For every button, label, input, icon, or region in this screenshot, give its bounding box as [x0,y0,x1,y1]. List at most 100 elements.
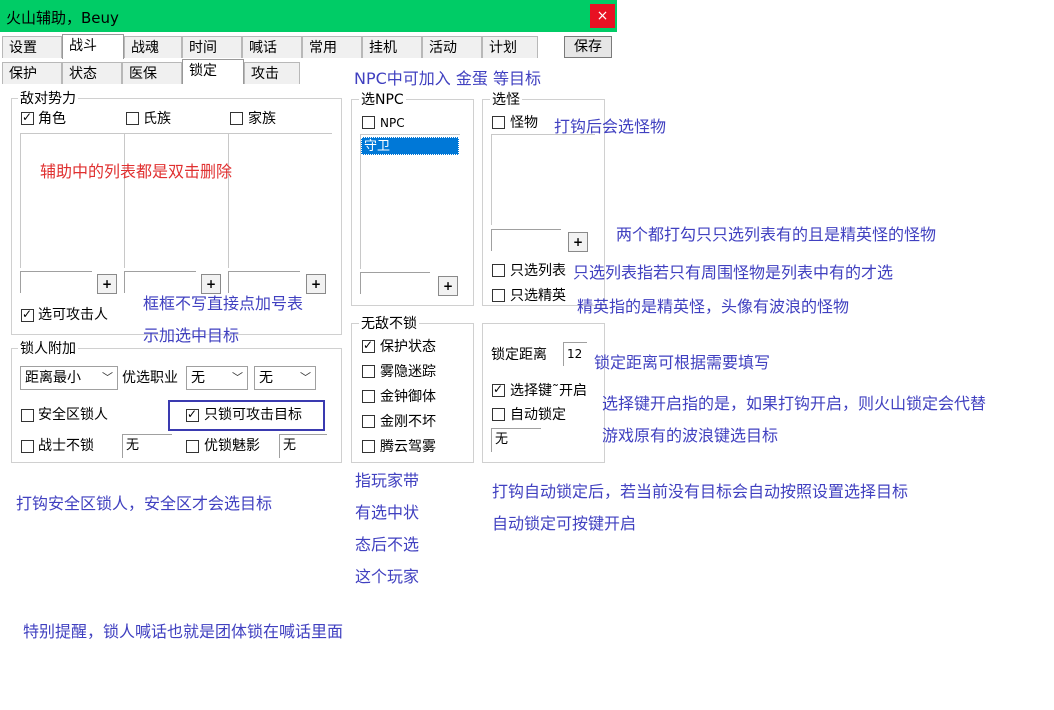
invincible-label-golden-bell: 金钟御体 [380,389,436,405]
tab-activity[interactable]: 活动 [422,36,482,58]
npc-group-title: 选NPC [359,92,406,108]
only-list-checkbox[interactable] [492,264,505,277]
warrior-input[interactable]: 无 [122,434,172,458]
clan-list[interactable] [124,133,228,268]
prefer-job-label: 优选职业 [122,370,178,386]
tab-lock[interactable]: 锁定 [182,59,244,84]
monster-label: 怪物 [510,115,538,131]
monster-input[interactable] [491,229,561,251]
tab-medical[interactable]: 医保 [122,62,182,84]
only-attackable-checkbox[interactable] [186,407,199,422]
close-button[interactable]: × [590,4,615,28]
annotation-reminder: 特别提醒，锁人喊话也就是团体锁在喊话里面 [23,622,344,641]
npc-label: NPC [380,116,405,130]
distance-select-value: 距离最小 [25,370,81,386]
only-list-label: 只选列表 [510,263,566,279]
monster-checkbox[interactable] [492,116,505,129]
annotation-empty-plus-2: 示加选中目标 [143,326,240,345]
npc-add-button[interactable]: + [438,276,458,296]
auto-lock-label: 自动锁定 [510,407,566,423]
title-bar[interactable]: 火山辅助，Beuy × [0,0,617,32]
only-attackable-label: 只锁可攻击目标 [204,407,302,423]
invincible-checkbox-golden-bell[interactable] [362,390,375,403]
invincible-label-cloud: 腾云驾雾 [380,439,436,455]
chevron-down-icon: ﹀ [232,371,243,384]
family-add-button[interactable]: + [306,274,326,294]
invincible-title: 无敌不锁 [359,316,419,332]
tab-shout[interactable]: 喊话 [242,36,302,58]
safe-zone-checkbox[interactable] [21,409,34,422]
tab-time[interactable]: 时间 [182,36,242,58]
npc-input[interactable] [360,272,430,294]
npc-list-item[interactable]: 守卫 [361,137,459,155]
only-elite-checkbox[interactable] [492,289,505,302]
tab-status[interactable]: 状态 [62,62,122,84]
invincible-checkbox-protect[interactable] [362,338,375,353]
lock-distance-label: 锁定距离 [491,347,547,363]
annotation-double-click: 辅助中的列表都是双击删除 [40,162,233,181]
role-add-button[interactable]: + [97,274,117,294]
family-list[interactable] [228,133,332,268]
annotation-player-1: 指玩家带 [355,471,420,490]
annotation-safe-zone: 打钩安全区锁人，安全区才会选目标 [16,494,273,513]
annotation-npc-gold: NPC中可加入 金蛋 等目标 [354,69,541,88]
annotation-elite: 精英指的是精英怪，头像有波浪的怪物 [577,297,850,316]
role-list[interactable] [20,133,124,268]
monster-list[interactable] [491,134,595,225]
auto-lock-input[interactable]: 无 [491,428,541,452]
invincible-checkbox-vajra[interactable] [362,415,375,428]
tab-plan[interactable]: 计划 [482,36,538,58]
annotation-select-key-1: 选择键开启指的是，如果打钩开启，则火山锁定会代替 [602,394,987,413]
tab-attack[interactable]: 攻击 [244,62,300,84]
annotation-player-4: 这个玩家 [355,567,420,586]
annotation-auto-lock-2: 自动锁定可按键开启 [492,514,637,533]
annotation-empty-plus-1: 框框不写直接点加号表 [143,294,304,313]
attackable-checkbox[interactable] [21,307,34,322]
annotation-player-3: 态后不选 [355,535,420,554]
warrior-no-lock-label: 战士不锁 [38,438,94,454]
distance-select[interactable]: 距离最小 ﹀ [20,366,118,390]
invincible-label-vajra: 金刚不坏 [380,414,436,430]
annotation-both-checked: 两个都打勾只只选列表有的且是精英怪的怪物 [616,225,937,244]
warrior-no-lock-checkbox[interactable] [21,440,34,453]
select-key-label: 选择键˜开启 [510,383,587,399]
tab-war-soul[interactable]: 战魂 [124,36,182,58]
charm-input[interactable]: 无 [279,434,327,458]
window-title: 火山辅助，Beuy [6,9,119,27]
role-checkbox[interactable] [21,110,34,125]
monster-group-title: 选怪 [490,92,522,108]
job-select-1-value: 无 [191,370,205,386]
role-input[interactable] [20,271,92,293]
annotation-player-2: 有选中状 [355,503,420,522]
job-select-2-value: 无 [259,370,273,386]
tab-settings[interactable]: 设置 [2,36,62,58]
clan-checkbox[interactable] [126,112,139,125]
auto-lock-checkbox[interactable] [492,408,505,421]
annotation-only-list: 只选列表指若只有周围怪物是列表中有的才选 [573,263,894,282]
family-checkbox[interactable] [230,112,243,125]
clan-add-button[interactable]: + [201,274,221,294]
family-input[interactable] [228,271,300,293]
annotation-select-key-2: 游戏原有的波浪键选目标 [602,426,779,445]
tab-battle[interactable]: 战斗 [62,34,124,59]
invincible-checkbox-fog[interactable] [362,365,375,378]
invincible-label-protect: 保护状态 [380,339,436,355]
job-select-2[interactable]: 无 ﹀ [254,366,316,390]
select-key-checkbox[interactable] [492,382,505,397]
npc-checkbox[interactable] [362,116,375,129]
save-button[interactable]: 保存 [564,36,612,58]
tab-protect[interactable]: 保护 [2,62,62,84]
invincible-checkbox-cloud[interactable] [362,440,375,453]
monster-add-button[interactable]: + [568,232,588,252]
job-select-1[interactable]: 无 ﹀ [186,366,248,390]
annotation-distance: 锁定距离可根据需要填写 [594,353,771,372]
clan-label: 氏族 [143,111,171,127]
lock-extra-title: 锁人附加 [18,341,78,357]
only-elite-label: 只选精英 [510,288,566,304]
lock-distance-input[interactable]: 12 [563,342,587,366]
chevron-down-icon: ﹀ [102,371,113,384]
tab-afk[interactable]: 挂机 [362,36,422,58]
tab-common[interactable]: 常用 [302,36,362,58]
clan-input[interactable] [124,271,196,293]
prefer-charm-checkbox[interactable] [186,440,199,453]
